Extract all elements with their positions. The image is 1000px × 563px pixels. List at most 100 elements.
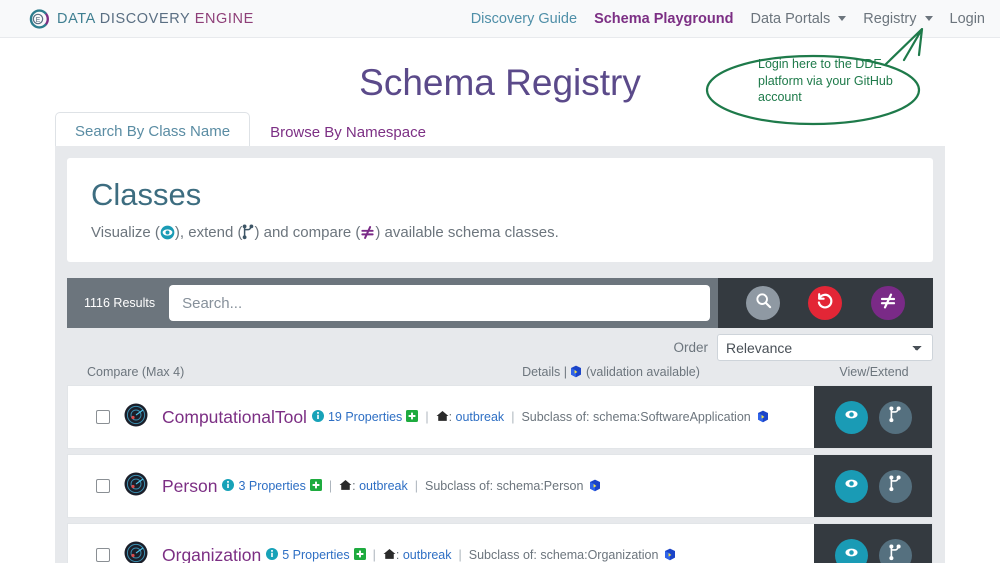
chevron-down-icon bbox=[838, 15, 847, 21]
class-name-link[interactable]: Person bbox=[162, 476, 217, 497]
subclass-text: Subclass of: schema:Organization bbox=[468, 548, 659, 562]
namespace-link[interactable]: outbreak bbox=[359, 479, 408, 493]
compare-checkbox[interactable] bbox=[96, 548, 110, 562]
login-callout-annotation: Login here to the DDE platform via your … bbox=[700, 28, 955, 126]
compare-checkbox[interactable] bbox=[96, 479, 110, 493]
info-circle-icon[interactable] bbox=[266, 548, 279, 562]
row-content: Organization 5 Properties | : outbreak |… bbox=[68, 524, 814, 563]
main-panel: Classes Visualize (), extend () and comp… bbox=[55, 146, 945, 563]
details-label: Details | bbox=[522, 365, 567, 379]
classes-intro-card: Classes Visualize (), extend () and comp… bbox=[67, 158, 933, 262]
view-button[interactable] bbox=[834, 538, 868, 563]
table-row[interactable]: Person 3 Properties | : outbreak | Subcl… bbox=[67, 454, 933, 518]
tab-browse-by-namespace[interactable]: Browse By Namespace bbox=[250, 113, 446, 150]
plus-square-icon[interactable] bbox=[406, 410, 419, 424]
order-select[interactable]: Relevance bbox=[717, 334, 933, 361]
magnifier-icon bbox=[755, 292, 772, 314]
table-row[interactable]: Organization 5 Properties | : outbreak |… bbox=[67, 523, 933, 563]
brand-word-3: ENGINE bbox=[194, 10, 254, 27]
description-part-1: Visualize ( bbox=[91, 224, 160, 241]
properties-link[interactable]: 5 Properties bbox=[282, 548, 349, 562]
separator: | bbox=[372, 548, 376, 562]
view-button[interactable] bbox=[834, 469, 868, 503]
brand-word-2: DISCOVERY bbox=[99, 10, 191, 27]
eye-icon bbox=[843, 406, 860, 428]
nav-link-login[interactable]: Login bbox=[950, 11, 985, 27]
separator: | bbox=[511, 410, 515, 424]
results-count-badge: 1116 Results bbox=[67, 278, 170, 328]
home-icon bbox=[339, 479, 352, 493]
eye-icon bbox=[160, 225, 175, 244]
search-button[interactable] bbox=[746, 286, 781, 320]
brand-word-1: DATA bbox=[57, 10, 96, 27]
extend-button[interactable] bbox=[878, 469, 912, 503]
svg-text:E: E bbox=[36, 17, 41, 24]
separator: | bbox=[328, 479, 333, 493]
tab-bar: Search By Class Name Browse By Namespace bbox=[55, 112, 446, 150]
search-input[interactable] bbox=[169, 285, 710, 321]
row-actions bbox=[814, 386, 932, 448]
namespace-link[interactable]: outbreak bbox=[456, 410, 505, 424]
row-details: Person 3 Properties | : outbreak | Subcl… bbox=[162, 476, 601, 497]
row-details: ComputationalTool 19 Properties | : outb… bbox=[162, 407, 769, 428]
view-button[interactable] bbox=[834, 400, 868, 434]
dde-ring-logo-icon: E bbox=[27, 8, 49, 30]
class-name-link[interactable]: Organization bbox=[162, 545, 261, 563]
column-header-view-extend: View/Extend bbox=[839, 365, 909, 379]
nav-link-label: Registry bbox=[863, 10, 917, 27]
code-branch-icon bbox=[242, 224, 254, 244]
tab-label: Browse By Namespace bbox=[270, 124, 426, 141]
eye-icon bbox=[843, 475, 860, 497]
search-input-wrapper bbox=[169, 278, 718, 328]
home-icon bbox=[436, 410, 449, 424]
reset-button[interactable] bbox=[808, 286, 843, 320]
extend-button[interactable] bbox=[878, 400, 912, 434]
tab-label: Search By Class Name bbox=[75, 123, 231, 140]
plus-square-icon[interactable] bbox=[353, 548, 366, 562]
nav-links: Discovery Guide Schema Playground Data P… bbox=[471, 11, 985, 27]
validation-label: (validation available) bbox=[585, 365, 700, 379]
brand-title: DATA DISCOVERY ENGINE bbox=[57, 11, 254, 27]
column-header-details: Details | (validation available) bbox=[407, 365, 815, 379]
info-circle-icon[interactable] bbox=[311, 410, 324, 424]
plus-square-icon[interactable] bbox=[309, 479, 322, 493]
nav-link-label: Schema Playground bbox=[594, 10, 734, 27]
class-name-link[interactable]: ComputationalTool bbox=[162, 407, 307, 428]
nav-link-data-portals[interactable]: Data Portals bbox=[750, 11, 847, 27]
separator: | bbox=[414, 479, 418, 493]
row-actions bbox=[814, 455, 932, 517]
nav-link-registry[interactable]: Registry bbox=[863, 10, 933, 27]
radar-class-icon bbox=[124, 403, 148, 432]
table-header: Compare (Max 4) Details | (validation av… bbox=[67, 361, 933, 383]
tab-search-by-class-name[interactable]: Search By Class Name bbox=[55, 112, 251, 150]
order-row: Order Relevance bbox=[67, 334, 933, 361]
classes-heading: Classes bbox=[91, 177, 202, 212]
table-row[interactable]: ComputationalTool 19 Properties | : outb… bbox=[67, 385, 933, 449]
code-branch-icon bbox=[888, 475, 902, 497]
search-bar: 1116 Results bbox=[67, 278, 933, 328]
row-actions bbox=[814, 524, 932, 563]
separator: | bbox=[425, 410, 429, 424]
nav-link-discovery-guide[interactable]: Discovery Guide bbox=[471, 11, 577, 27]
compare-button[interactable] bbox=[870, 286, 905, 320]
namespace-prefix: : bbox=[395, 548, 400, 562]
undo-arrow-icon bbox=[816, 292, 834, 315]
compare-checkbox[interactable] bbox=[96, 410, 110, 424]
properties-link[interactable]: 3 Properties bbox=[238, 479, 305, 493]
nav-link-schema-playground[interactable]: Schema Playground bbox=[594, 11, 733, 27]
properties-link[interactable]: 19 Properties bbox=[328, 410, 402, 424]
brand-logo-group[interactable]: E DATA DISCOVERY ENGINE bbox=[27, 8, 254, 30]
separator: | bbox=[458, 548, 462, 562]
row-content: ComputationalTool 19 Properties | : outb… bbox=[68, 386, 814, 448]
home-icon bbox=[383, 548, 396, 562]
order-label: Order bbox=[673, 340, 708, 355]
subclass-text: Subclass of: schema:Person bbox=[424, 479, 584, 493]
nav-link-label: Login bbox=[949, 10, 985, 27]
subclass-text: Subclass of: schema:SoftwareApplication bbox=[521, 410, 751, 424]
description-part-3: ) and compare ( bbox=[254, 224, 361, 241]
extend-button[interactable] bbox=[878, 538, 912, 563]
results-list: ComputationalTool 19 Properties | : outb… bbox=[67, 385, 933, 563]
chevron-down-icon bbox=[924, 15, 933, 21]
info-circle-icon[interactable] bbox=[222, 479, 235, 493]
namespace-link[interactable]: outbreak bbox=[403, 548, 452, 562]
